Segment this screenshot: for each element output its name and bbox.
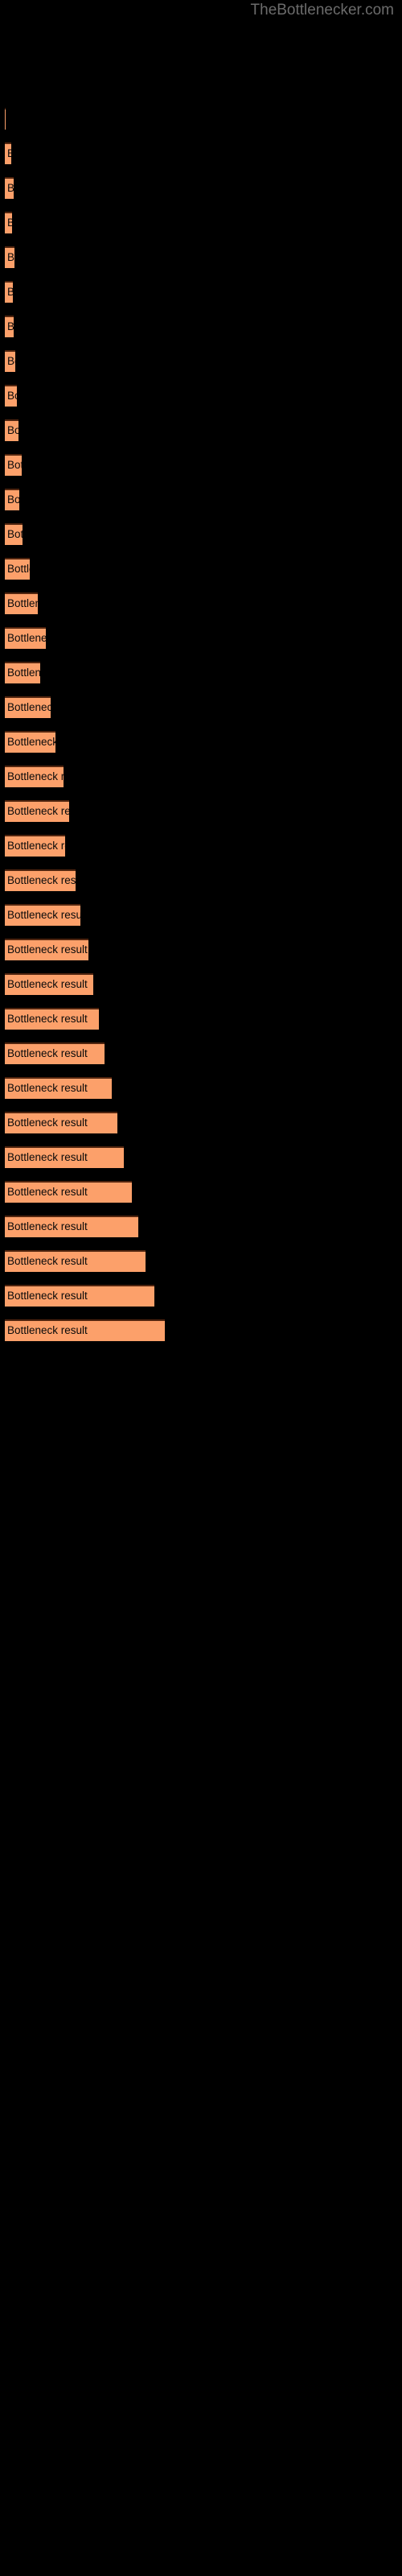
bar[interactable] — [5, 1216, 138, 1237]
bars-container: Bottleneck result Bottleneck result Bottle… — [0, 0, 402, 2576]
bar[interactable] — [5, 766, 64, 787]
bar[interactable] — [5, 558, 30, 580]
bar[interactable] — [5, 1077, 112, 1099]
bar[interactable] — [5, 489, 19, 510]
bar-clip: Bottleneck result — [5, 1181, 132, 1203]
bar[interactable] — [5, 246, 14, 268]
bar-clip: Bottleneck result — [5, 1250, 146, 1272]
bar[interactable] — [5, 939, 88, 960]
bar-clip: Bottleneck result — [5, 869, 76, 891]
bar-clip: Bottleneck result — [5, 246, 14, 268]
bar[interactable] — [5, 696, 51, 718]
bar[interactable] — [5, 142, 11, 164]
bar-clip: Bottleneck result — [5, 662, 40, 683]
bar-clip: Bottleneck result — [5, 350, 15, 372]
bar-clip: Bottleneck result — [5, 1285, 154, 1307]
bar-clip: Bottleneck result — [5, 731, 55, 753]
bar-clip: Bottleneck result — [5, 766, 64, 787]
bar-clip: Bottleneck result — [5, 800, 69, 822]
bar-clip: Bottleneck result — [5, 1216, 138, 1237]
bar-clip: Bottleneck result — [5, 973, 93, 995]
bar-clip: Bottleneck result — [5, 904, 80, 926]
bar-clip: Bottleneck result — [5, 696, 51, 718]
bar-clip: Bottleneck result — [5, 835, 65, 857]
bar-clip: Bottleneck result — [5, 142, 11, 164]
bar-clip: Bottleneck result — [5, 281, 13, 303]
bar[interactable] — [5, 800, 69, 822]
bar-clip: Bottleneck result — [5, 558, 30, 580]
bar[interactable] — [5, 177, 14, 199]
bar-chart: TheBottlenecker.com Bottleneck resultBot… — [0, 0, 402, 2576]
bar-clip: Bottleneck result — [5, 1008, 99, 1030]
bar[interactable] — [5, 419, 18, 441]
bar[interactable] — [5, 1181, 132, 1203]
bar-clip: Bottleneck result — [5, 177, 14, 199]
bar-clip: Bottleneck result — [5, 489, 19, 510]
bar-clip: Bottleneck result — [5, 454, 22, 476]
bar[interactable] — [5, 281, 13, 303]
bar[interactable] — [5, 627, 46, 649]
bar[interactable] — [5, 316, 14, 337]
bar-clip: Bottleneck result — [5, 1077, 112, 1099]
bar[interactable] — [5, 904, 80, 926]
bar[interactable] — [5, 212, 12, 233]
bar[interactable] — [5, 1042, 105, 1064]
bar[interactable] — [5, 1008, 99, 1030]
bar[interactable] — [5, 1146, 124, 1168]
bar-clip: Bottleneck result — [5, 1112, 117, 1133]
bar-clip: Bottleneck result — [5, 385, 17, 407]
bar[interactable] — [5, 454, 22, 476]
bar-clip: Bottleneck result — [5, 592, 38, 614]
bar-clip: Bottleneck result — [5, 627, 46, 649]
bar-clip: Bottleneck result — [5, 212, 12, 233]
bar[interactable] — [5, 662, 40, 683]
bar-clip: Bottleneck result — [5, 523, 23, 545]
bar-clip: Bottleneck result — [5, 1042, 105, 1064]
bar[interactable] — [5, 869, 76, 891]
bar[interactable] — [5, 385, 17, 407]
bar-clip: Bottleneck result — [5, 108, 6, 130]
bar-clip: Bottleneck result — [5, 316, 14, 337]
bar-clip: Bottleneck result — [5, 939, 88, 960]
bar[interactable] — [5, 973, 93, 995]
bar[interactable] — [5, 350, 15, 372]
bar[interactable] — [5, 1319, 165, 1341]
bar[interactable] — [5, 1112, 117, 1133]
bar[interactable] — [5, 1285, 154, 1307]
bar[interactable] — [5, 592, 38, 614]
bar-clip: Bottleneck result — [5, 419, 18, 441]
bar[interactable] — [5, 108, 6, 130]
bar[interactable] — [5, 835, 65, 857]
bar[interactable] — [5, 1250, 146, 1272]
bar[interactable] — [5, 731, 55, 753]
bar-clip: Bottleneck result — [5, 1146, 124, 1168]
bar[interactable] — [5, 523, 23, 545]
bar-clip: Bottleneck result — [5, 1319, 165, 1341]
